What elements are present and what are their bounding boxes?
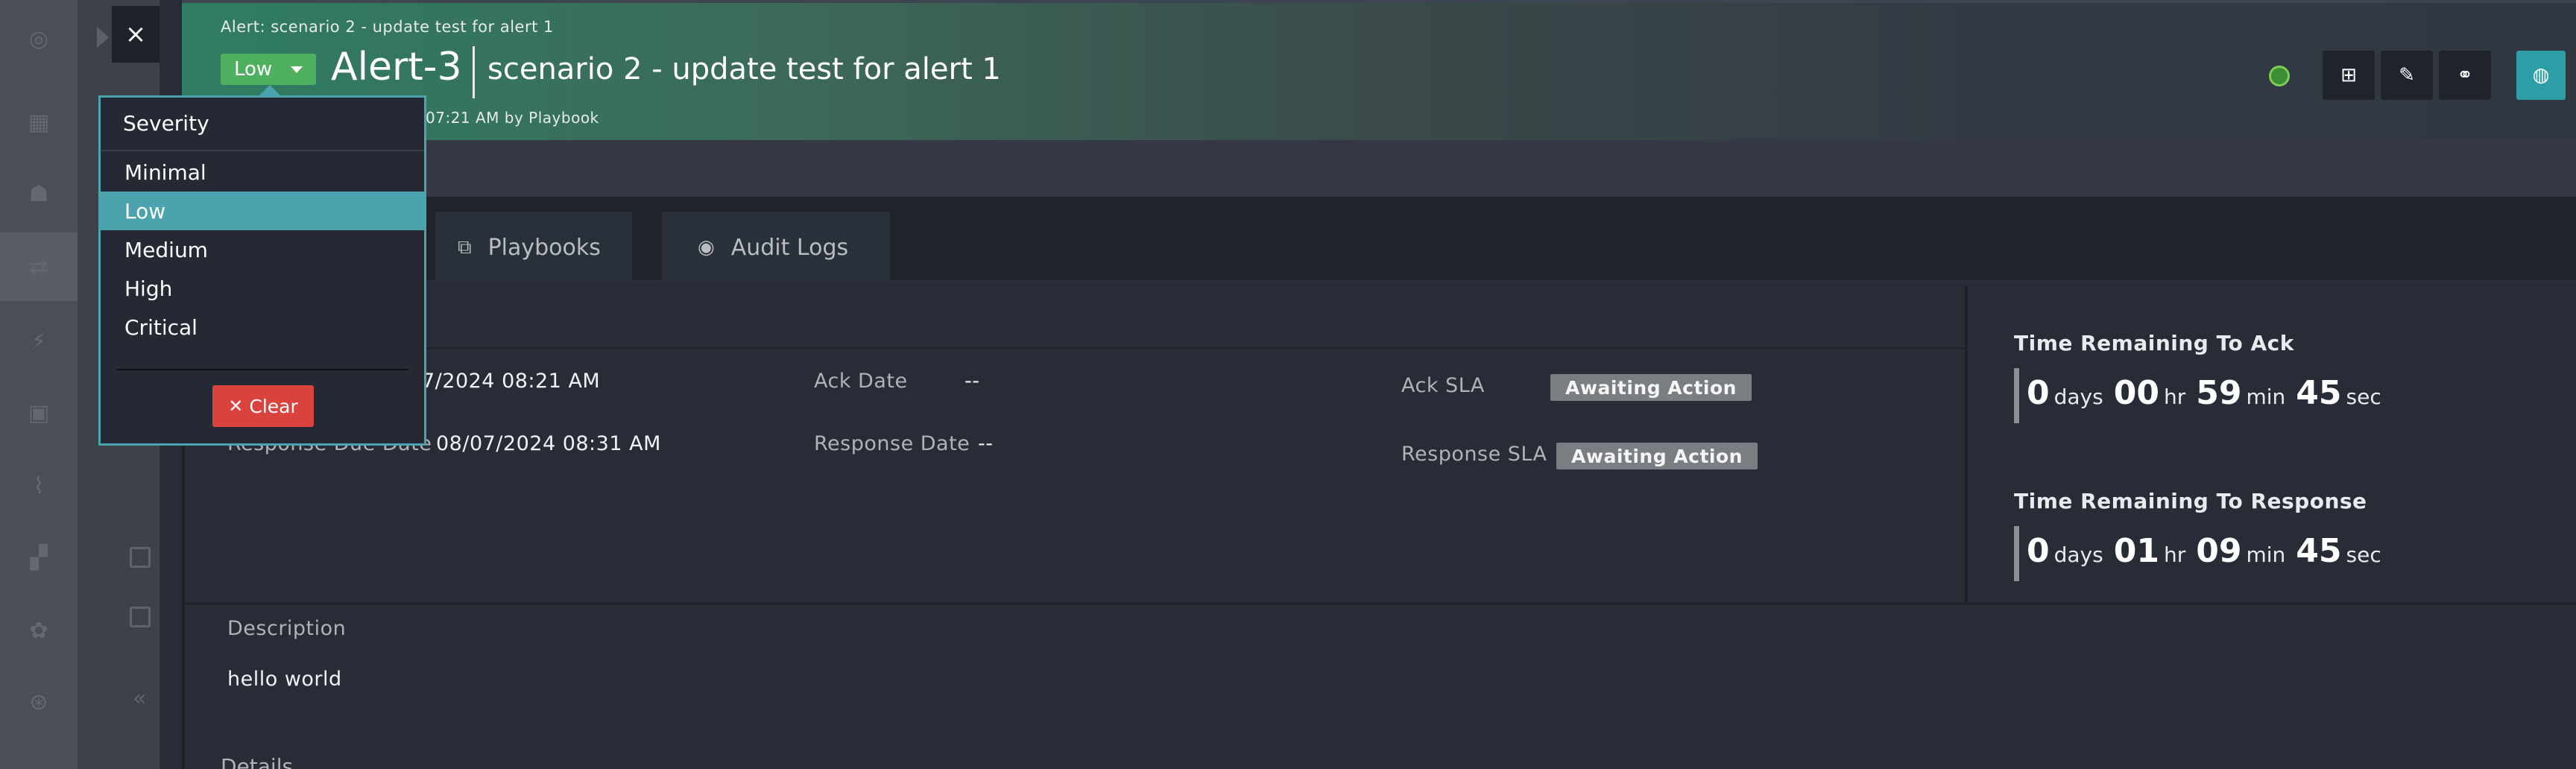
- response-timer-title: Time Remaining To Response: [2014, 489, 2367, 513]
- tab-bar: ⧉ Playbooks ◉ Audit Logs: [182, 197, 2576, 283]
- tab-label: Playbooks: [487, 234, 601, 261]
- timer-unit: hr: [2163, 542, 2186, 567]
- shuffle-icon[interactable]: ⇄: [21, 249, 57, 285]
- severity-dropdown: Severity Minimal Low Medium High Critica…: [98, 95, 426, 446]
- severity-button[interactable]: Low: [221, 54, 316, 85]
- section-divider: [182, 602, 2576, 605]
- response-sla-label: Response SLA: [1401, 443, 1547, 466]
- ack-date-label: Ack Date: [814, 370, 908, 393]
- title-divider: [473, 46, 475, 98]
- chevron-down-icon: [291, 66, 303, 73]
- timer-minutes: 59: [2196, 374, 2242, 412]
- dropdown-divider: [101, 150, 424, 151]
- ack-sla-badge: Awaiting Action: [1550, 374, 1752, 401]
- timer-seconds: 45: [2296, 532, 2342, 570]
- timer-unit: days: [2053, 542, 2103, 567]
- timer-divider: [1965, 286, 1968, 604]
- edit-button[interactable]: ✎: [2381, 51, 2433, 100]
- alert-header: Alert: scenario 2 - update test for aler…: [182, 0, 2576, 140]
- severity-option-high[interactable]: High: [101, 269, 424, 308]
- apps-icon[interactable]: ▞: [21, 539, 57, 575]
- playbook-icon: ⧉: [458, 235, 472, 259]
- tab-audit-logs[interactable]: ◉ Audit Logs: [662, 212, 890, 283]
- dashboard-icon[interactable]: ▦: [21, 104, 57, 140]
- ack-timer: 0 days 00 hr 59 min 45 sec: [2014, 368, 2392, 423]
- response-sla-badge: Awaiting Action: [1556, 443, 1758, 469]
- description-label: Description: [227, 617, 347, 640]
- description-value[interactable]: hello world: [227, 668, 342, 691]
- close-icon: ×: [124, 19, 147, 49]
- severity-option-minimal[interactable]: Minimal: [101, 153, 424, 192]
- timer-days: 0: [2027, 374, 2050, 412]
- response-timer: 0 days 01 hr 09 min 45 sec: [2014, 526, 2392, 581]
- help-icon[interactable]: ⊛: [21, 684, 57, 720]
- ack-sla-label: Ack SLA: [1401, 374, 1485, 397]
- timer-unit: min: [2246, 384, 2286, 409]
- timer-minutes: 09: [2196, 532, 2242, 570]
- timer-unit: min: [2246, 542, 2286, 567]
- ack-date-value: --: [965, 370, 980, 393]
- tab-label: Audit Logs: [730, 234, 849, 261]
- timer-unit: hr: [2163, 384, 2186, 409]
- timer-seconds: 45: [2296, 374, 2342, 412]
- timer-unit: sec: [2346, 542, 2381, 567]
- link-button[interactable]: ⚭: [2439, 51, 2491, 100]
- severity-option-low[interactable]: Low: [101, 192, 424, 230]
- bolt-icon[interactable]: ⚡: [21, 323, 57, 359]
- response-due-date-value: 08/07/2024 08:31 AM: [436, 432, 661, 455]
- tab-playbooks[interactable]: ⧉ Playbooks: [435, 212, 632, 283]
- created-info: 07:21 AM by Playbook: [426, 109, 599, 127]
- ack-due-date-value: 7/2024 08:21 AM: [422, 370, 601, 393]
- close-icon: ✕: [228, 396, 244, 417]
- dropdown-title: Severity: [123, 111, 209, 136]
- alert-id: Alert-3: [331, 45, 462, 89]
- chat-icon: ◍: [2532, 64, 2550, 86]
- logo-icon[interactable]: ◎: [21, 21, 57, 57]
- collapse-icon[interactable]: «: [133, 686, 146, 712]
- section-divider: [182, 347, 1965, 349]
- dropdown-pointer: [259, 85, 280, 95]
- breadcrumb: Alert: scenario 2 - update test for aler…: [221, 18, 554, 36]
- header-substrip: [182, 140, 2576, 197]
- severity-option-critical[interactable]: Critical: [101, 308, 424, 346]
- severity-option-medium[interactable]: Medium: [101, 230, 424, 269]
- dropdown-divider: [117, 369, 408, 370]
- timer-hours: 01: [2113, 532, 2159, 570]
- tree-view-button[interactable]: ⊞: [2323, 51, 2375, 100]
- close-button[interactable]: ×: [112, 6, 160, 63]
- chart-icon[interactable]: ⌇: [21, 468, 57, 504]
- expand-arrow-icon[interactable]: [97, 27, 109, 48]
- response-date-label: Response Date: [814, 432, 970, 455]
- alert-name[interactable]: scenario 2 - update test for alert 1: [487, 52, 1001, 86]
- briefcase-icon[interactable]: ▣: [21, 395, 57, 431]
- live-status-icon: [2269, 66, 2290, 86]
- link-icon: ⚭: [2457, 64, 2473, 86]
- eye-icon: ◉: [698, 236, 715, 259]
- clear-label: Clear: [249, 395, 298, 417]
- timer-hours: 00: [2113, 374, 2159, 412]
- timer-unit: days: [2053, 384, 2103, 409]
- row-checkbox[interactable]: [130, 547, 151, 568]
- incidents-icon[interactable]: ☗: [21, 176, 57, 212]
- pencil-icon: ✎: [2399, 64, 2415, 86]
- details-label: Details: [221, 754, 294, 769]
- severity-label: Low: [234, 58, 273, 80]
- alert-detail-page: ◎ ▦ ☗ ⇄ ⚡ ▣ ⌇ ▞ ✿ ⊛ « Alert: scenario 2 …: [0, 0, 2576, 769]
- left-nav-rail: ◎ ▦ ☗ ⇄ ⚡ ▣ ⌇ ▞ ✿ ⊛: [0, 0, 78, 769]
- row-checkbox[interactable]: [130, 607, 151, 627]
- response-date-value: --: [978, 432, 994, 455]
- settings-icon[interactable]: ✿: [21, 613, 57, 648]
- ack-timer-title: Time Remaining To Ack: [2014, 331, 2294, 355]
- clear-button[interactable]: ✕ Clear: [212, 385, 314, 427]
- tree-icon: ⊞: [2340, 64, 2357, 86]
- timer-days: 0: [2027, 532, 2050, 570]
- collaboration-button[interactable]: ◍: [2516, 51, 2566, 100]
- timer-unit: sec: [2346, 384, 2381, 409]
